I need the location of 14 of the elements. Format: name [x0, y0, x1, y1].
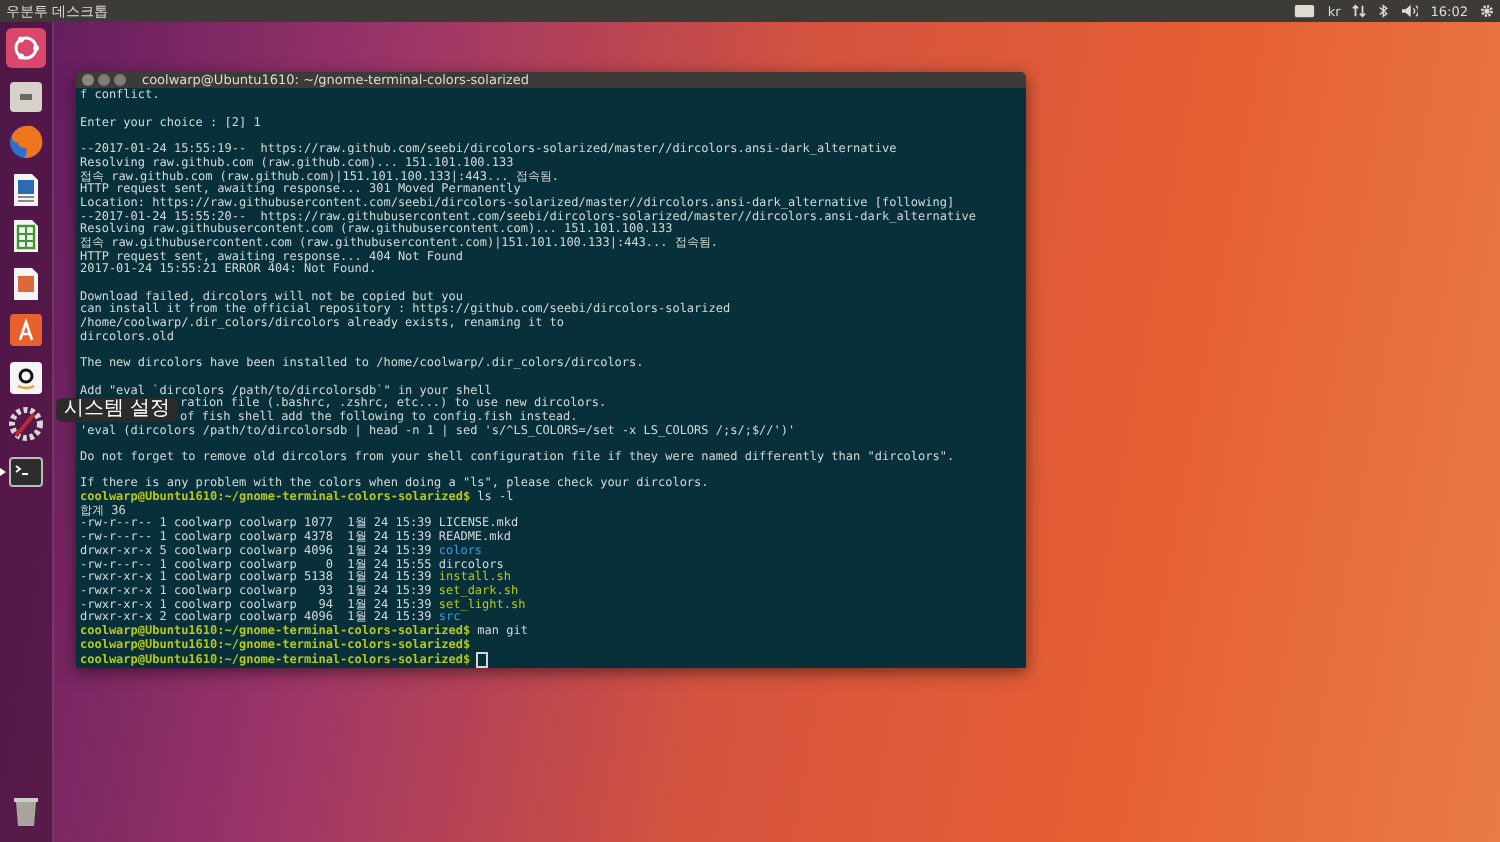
browser-globe-icon[interactable]	[6, 122, 46, 162]
minimize-button[interactable]	[98, 74, 110, 87]
ubuntu-logo-icon[interactable]	[6, 28, 46, 68]
network-arrows-icon[interactable]	[1352, 4, 1367, 18]
terminal-icon[interactable]	[6, 451, 46, 491]
settings-icon[interactable]	[1480, 4, 1494, 18]
volume-icon[interactable]	[1401, 4, 1419, 18]
bluetooth-icon[interactable]	[1378, 4, 1390, 18]
keyboard-icon[interactable]	[1294, 4, 1316, 18]
shopping-bag-icon[interactable]	[6, 310, 46, 350]
maximize-button[interactable]	[114, 74, 126, 87]
launcher-tooltip: 시스템 설정	[56, 398, 179, 422]
gear-wrench-icon[interactable]	[6, 404, 46, 444]
close-button[interactable]	[82, 74, 94, 87]
